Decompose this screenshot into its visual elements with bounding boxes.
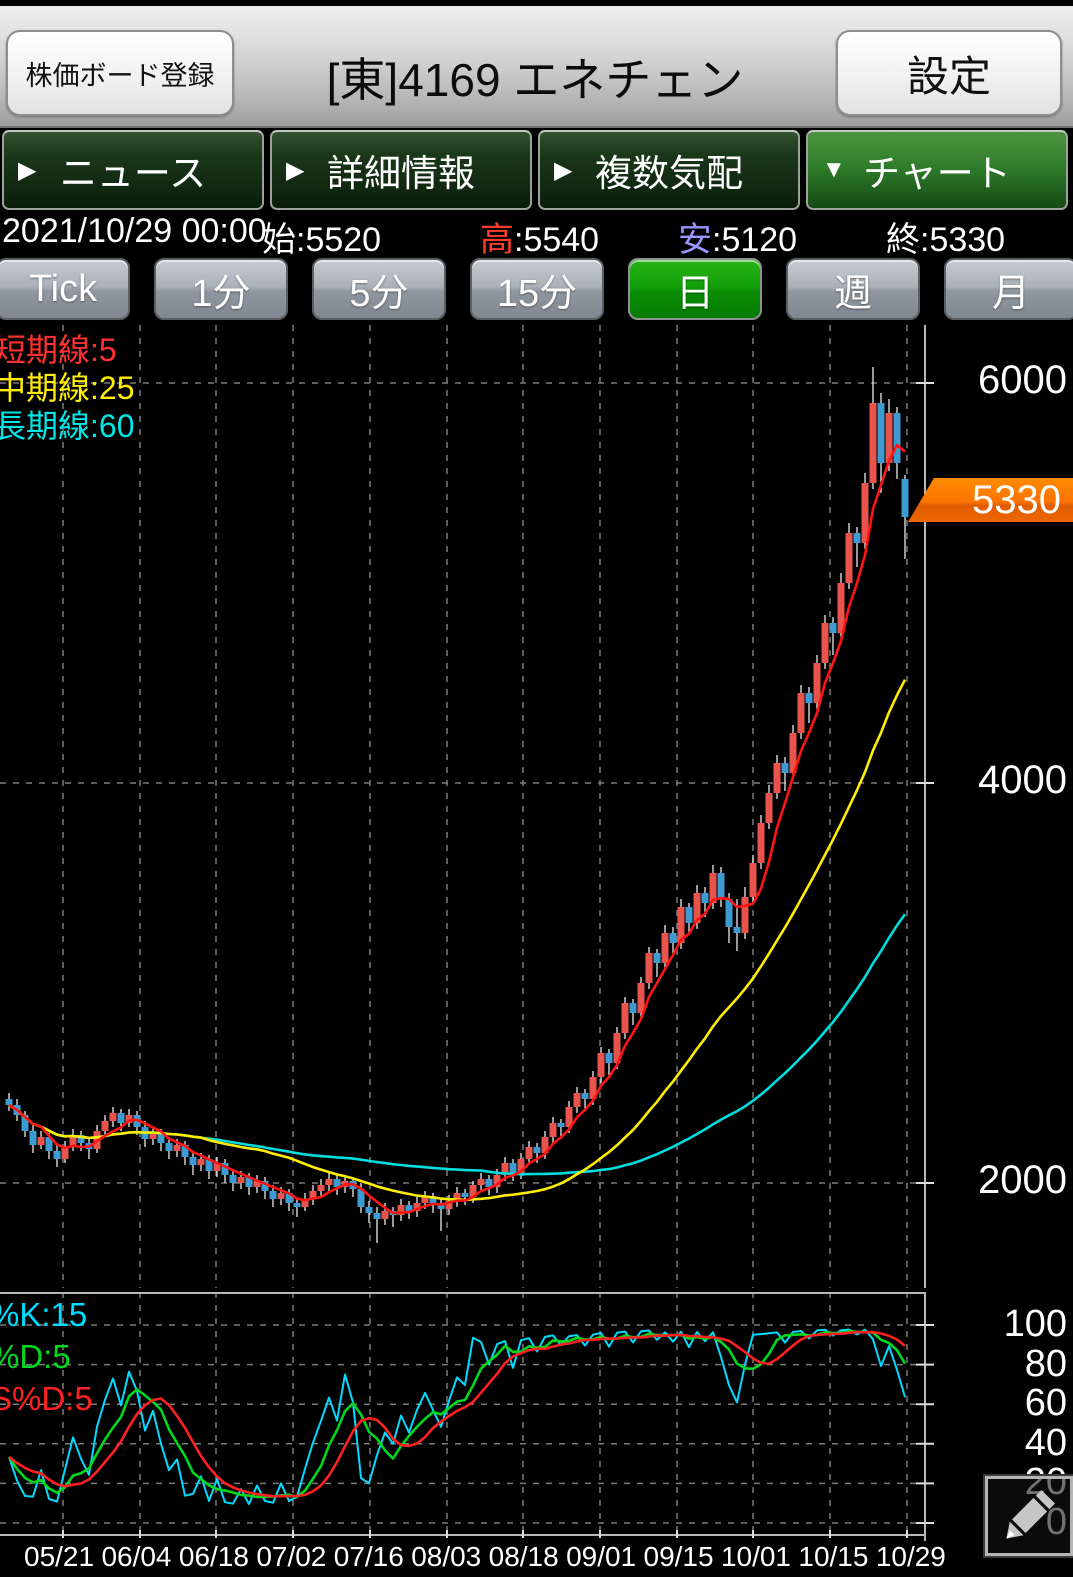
timeframe-monthly-button[interactable]: 月 [944,258,1073,320]
tab-label: 複数気配 [595,143,743,197]
ma-legend-item: 短期線:5 [0,331,135,369]
header-bar: 株価ボード登録 [東]4169 エネチェン 設定 [0,6,1073,128]
date-label: 10/15 [798,1541,868,1577]
stoch-legend-item: %D:5 [0,1336,93,1378]
ma-legend-item: 長期線:60 [0,407,135,445]
quote-bar: 2021/10/29 00:00 始:5520 高:5540 安:5120 終:… [0,212,1073,256]
quote-close: 終:5330 [886,212,1005,261]
main-candlestick-chart[interactable] [0,325,1073,1288]
chart-screen: 株価ボード登録 [東]4169 エネチェン 設定 ▶ ニュース ▶ 詳細情報 ▶… [0,0,1073,1577]
quote-low: 安:5120 [678,212,797,261]
timeframe-5min-button[interactable]: 5分 [312,258,446,320]
tab-quotes[interactable]: ▶ 複数気配 [538,130,800,210]
tab-label: ニュース [60,143,206,197]
stoch-tick-label: 100 [925,1303,1073,1346]
date-label: 06/04 [101,1541,171,1577]
timeframe-15min-button[interactable]: 15分 [470,258,604,320]
timeframe-daily-button[interactable]: 日 [628,258,762,320]
arrow-right-icon: ▶ [286,156,304,185]
price-tick-label: 4000 [925,758,1073,803]
current-price-badge: 5330 [908,478,1073,522]
stoch-legend-item: %K:15 [0,1294,93,1336]
open-label: 始 [262,221,296,259]
arrow-right-icon: ▶ [18,156,36,185]
pencil-icon [997,1484,1061,1548]
stoch-tick-label: 60 [925,1382,1073,1425]
date-label: 10/29 [876,1541,946,1577]
price-tick-label: 2000 [925,1158,1073,1203]
price-tick-label: 6000 [925,358,1073,403]
close-label: 終 [886,221,920,259]
tab-news[interactable]: ▶ ニュース [2,130,264,210]
date-label: 09/15 [644,1541,714,1577]
timeframe-1min-button[interactable]: 1分 [154,258,288,320]
timeframe-weekly-button[interactable]: 週 [786,258,920,320]
date-label: 09/01 [566,1541,636,1577]
low-value: :5120 [712,221,797,259]
close-value: :5330 [920,221,1005,259]
arrow-right-icon: ▶ [554,156,572,185]
tab-label: チャート [863,143,1011,197]
stock-board-register-button[interactable]: 株価ボード登録 [6,30,234,116]
arrow-down-icon: ▼ [822,156,846,184]
tab-label: 詳細情報 [327,143,475,197]
draw-tool-button[interactable] [985,1476,1073,1556]
date-label: 06/18 [179,1541,249,1577]
date-label: 07/16 [334,1541,404,1577]
tab-detail-info[interactable]: ▶ 詳細情報 [270,130,532,210]
date-axis-labels: 05/2106/0406/1807/0207/1608/0308/1809/01… [24,1541,946,1577]
date-label: 08/18 [489,1541,559,1577]
low-label: 安 [678,221,712,259]
quote-datetime: 2021/10/29 00:00 [2,212,267,251]
ma-legend-item: 中期線:25 [0,369,135,407]
date-label: 10/01 [721,1541,791,1577]
stoch-tick-label: 80 [925,1343,1073,1386]
price-axis-labels: 6000 4000 2000 [925,325,1073,1288]
quote-open: 始:5520 [262,212,381,261]
tab-chart[interactable]: ▼ チャート [806,130,1068,210]
high-label: 高 [480,221,514,259]
stoch-legend-item: S%D:5 [0,1378,93,1420]
settings-button[interactable]: 設定 [836,30,1062,116]
stoch-legend: %K:15%D:5S%D:5 [0,1294,93,1420]
high-value: :5540 [514,221,599,259]
stoch-tick-label: 40 [925,1422,1073,1465]
date-label: 07/02 [256,1541,326,1577]
stochastic-chart[interactable] [0,1292,1073,1541]
page-title: [東]4169 エネチェン [240,44,830,110]
timeframe-tick-button[interactable]: Tick [0,258,130,320]
quote-high: 高:5540 [480,212,599,261]
date-label: 05/21 [24,1541,94,1577]
ma-legend: 短期線:5中期線:25長期線:60 [0,331,135,445]
date-label: 08/03 [411,1541,481,1577]
open-value: :5520 [296,221,381,259]
